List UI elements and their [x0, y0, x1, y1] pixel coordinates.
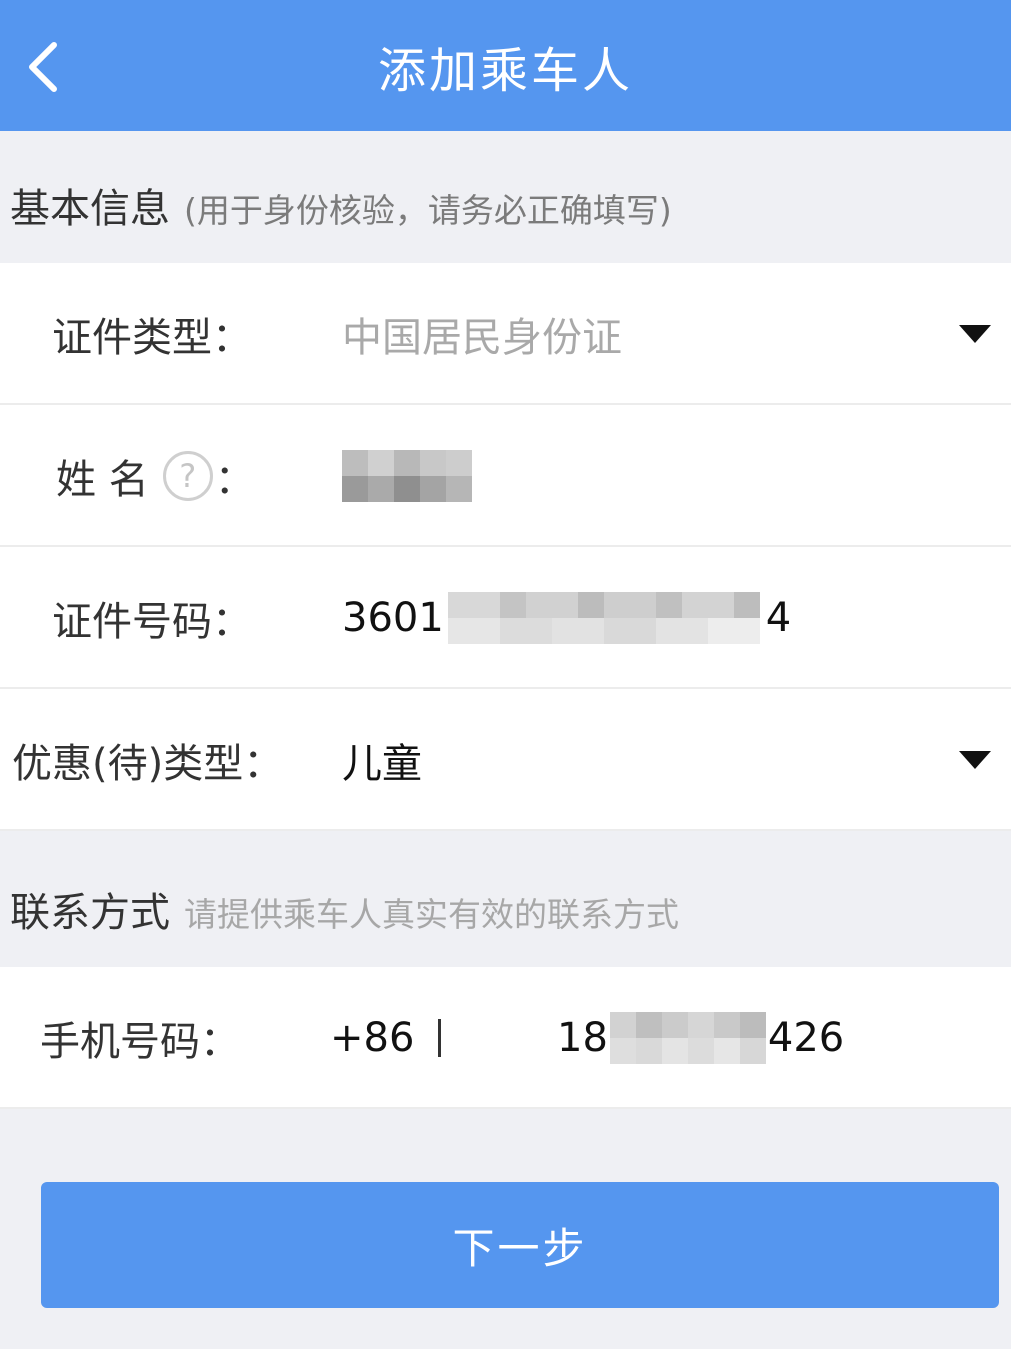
next-step-button[interactable]: 下一步: [41, 1182, 999, 1308]
name-label-group: 姓 名 ? ：: [56, 405, 255, 547]
page-title: 添加乘车人: [377, 42, 633, 99]
basic-info-section-header: 基本信息 (用于身份核验，请务必正确填写): [0, 176, 1011, 236]
id-number-prefix: 3601: [342, 595, 444, 641]
discount-type-select[interactable]: 儿童: [342, 689, 422, 831]
id-number-label: 证件号码：: [52, 599, 252, 645]
id-type-select[interactable]: 中国居民身份证: [342, 263, 622, 405]
chevron-left-icon: [29, 42, 57, 92]
dropdown-caret-icon[interactable]: [959, 325, 991, 343]
name-input[interactable]: [342, 405, 472, 547]
id-type-row[interactable]: 证件类型： 中国居民身份证: [0, 263, 1011, 405]
country-code-divider: [438, 1019, 441, 1057]
phone-label: 手机号码：: [40, 1019, 240, 1065]
id-type-label: 证件类型：: [52, 315, 252, 361]
name-label-suffix: ：: [214, 457, 255, 503]
dropdown-caret-icon[interactable]: [959, 751, 991, 769]
id-number-suffix: 4: [765, 595, 792, 641]
phone-row: 手机号码： +86 18 426: [0, 967, 1011, 1109]
contact-hint: 请提供乘车人真实有效的联系方式: [184, 895, 679, 934]
add-passenger-screen: 添加乘车人 基本信息 (用于身份核验，请务必正确填写) 证件类型： 中国居民身份…: [0, 0, 1011, 1349]
phone-input[interactable]: 18 426: [557, 967, 844, 1109]
id-number-input[interactable]: 3601 4: [342, 547, 791, 689]
redacted-phone-mosaic: [609, 1012, 766, 1064]
question-circle-icon[interactable]: ?: [162, 451, 213, 501]
contact-section-header: 联系方式 请提供乘车人真实有效的联系方式: [0, 880, 1011, 940]
header-bar: 添加乘车人: [0, 0, 1011, 131]
discount-type-label: 优惠(待)类型：: [12, 741, 284, 787]
basic-info-hint: (用于身份核验，请务必正确填写): [184, 191, 672, 230]
discount-type-row[interactable]: 优惠(待)类型： 儿童: [0, 689, 1011, 831]
back-button[interactable]: [14, 34, 70, 100]
name-row: 姓 名 ? ：: [0, 405, 1011, 547]
country-code-selector[interactable]: +86: [330, 967, 414, 1109]
contact-title: 联系方式: [10, 890, 170, 936]
help-glyph: ?: [179, 457, 197, 495]
phone-suffix: 426: [767, 1015, 845, 1061]
phone-prefix: 18: [557, 1015, 608, 1061]
id-number-row: 证件号码： 3601 4: [0, 547, 1011, 689]
redacted-name-mosaic: [342, 450, 472, 502]
basic-info-title: 基本信息: [10, 186, 170, 232]
redacted-id-mosaic: [447, 592, 760, 644]
name-label: 姓 名: [56, 457, 149, 503]
